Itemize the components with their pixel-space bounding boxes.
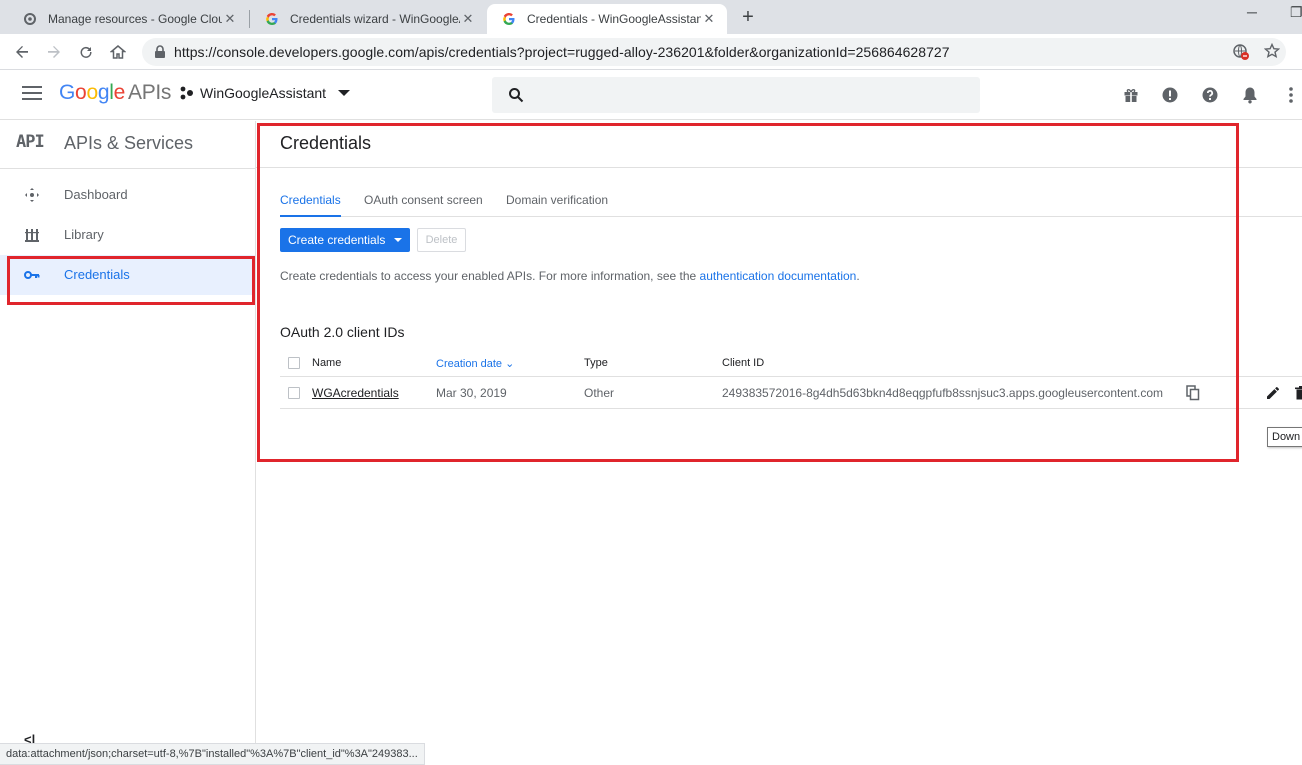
table-header-row: Name Creation date ⌄ Type Client ID: [280, 347, 1302, 377]
new-tab-button[interactable]: +: [738, 6, 758, 28]
edit-pencil-icon[interactable]: [1265, 385, 1281, 401]
select-all-checkbox[interactable]: [288, 357, 300, 369]
row-checkbox[interactable]: [288, 387, 300, 399]
browser-status-bar: data:attachment/json;charset=utf-8,%7B"i…: [0, 743, 425, 765]
console-header: Google APIs WinGoogleAssistant: [0, 70, 1302, 120]
url-text: https://console.developers.google.com/ap…: [174, 44, 950, 60]
oauth-client-ids-heading: OAuth 2.0 client IDs: [280, 324, 405, 340]
project-dots-icon: [180, 86, 194, 100]
delete-trash-icon[interactable]: [1293, 385, 1302, 401]
info-text: Create credentials to access your enable…: [280, 269, 860, 283]
sidebar-item-library[interactable]: Library: [0, 215, 255, 255]
tab-oauth-consent-screen[interactable]: OAuth consent screen: [364, 193, 483, 217]
page-title-bar: Credentials: [256, 121, 1302, 168]
create-credentials-button[interactable]: Create credentials: [280, 228, 410, 252]
tab-credentials[interactable]: Credentials: [280, 193, 341, 217]
forward-arrow-icon[interactable]: [44, 42, 64, 62]
download-tooltip: Down: [1267, 427, 1302, 447]
credential-name-link[interactable]: WGAcredentials: [312, 386, 399, 400]
browser-tab-credentials[interactable]: Credentials - WinGoogleAssistan ✕: [487, 4, 727, 34]
home-icon[interactable]: [108, 42, 128, 62]
sidebar-item-label: Credentials: [64, 267, 130, 282]
blocked-popup-icon[interactable]: [1232, 43, 1250, 64]
authentication-documentation-link[interactable]: authentication documentation: [700, 269, 857, 283]
browser-toolbar: https://console.developers.google.com/ap…: [0, 34, 1302, 70]
notifications-bell-icon[interactable]: [1240, 85, 1260, 105]
column-header-type[interactable]: Type: [584, 357, 608, 369]
sidebar-item-credentials[interactable]: Credentials: [0, 255, 255, 295]
search-icon: [508, 87, 524, 106]
more-vertical-icon[interactable]: [1281, 85, 1301, 105]
search-input[interactable]: [536, 85, 956, 105]
left-navigation: API APIs & Services Dashboard Library Cr…: [0, 121, 256, 765]
credentials-tabs: Credentials OAuth consent screen Domain …: [280, 186, 1302, 217]
key-icon: [24, 267, 40, 283]
dashboard-icon: [24, 187, 40, 203]
creation-date-cell: Mar 30, 2019: [436, 386, 507, 400]
sidebar-title: APIs & Services: [64, 133, 194, 153]
lock-icon: [154, 45, 168, 59]
project-name: WinGoogleAssistant: [200, 85, 327, 101]
reload-icon[interactable]: [76, 42, 96, 62]
hamburger-menu-icon[interactable]: [22, 86, 42, 102]
browser-tab-title: Credentials wizard - WinGoogleA: [290, 12, 460, 26]
type-cell: Other: [584, 386, 615, 400]
main-content: Credentials Credentials OAuth consent sc…: [256, 121, 1302, 765]
copy-icon[interactable]: [1185, 385, 1201, 401]
feedback-icon[interactable]: [1160, 85, 1180, 105]
browser-tab-credentials-wizard[interactable]: Credentials wizard - WinGoogleA ✕: [250, 4, 486, 34]
google-g-icon: [264, 11, 280, 27]
gear-icon: [22, 11, 38, 27]
maximize-icon[interactable]: ❐: [1290, 4, 1302, 21]
dropdown-caret-icon: [338, 90, 351, 96]
table-row: WGAcredentials Mar 30, 2019 Other 249383…: [280, 377, 1302, 409]
browser-tab-strip: Manage resources - Google Clou ✕ Credent…: [0, 0, 1302, 34]
google-g-icon: [501, 11, 517, 27]
project-selector[interactable]: WinGoogleAssistant: [180, 85, 351, 101]
browser-tab-manage-resources[interactable]: Manage resources - Google Clou ✕: [8, 4, 248, 34]
api-badge-icon: API: [16, 132, 45, 152]
back-arrow-icon[interactable]: [12, 42, 32, 62]
help-icon[interactable]: [1200, 85, 1220, 105]
address-bar[interactable]: https://console.developers.google.com/ap…: [142, 38, 1286, 66]
bookmark-star-icon[interactable]: [1263, 42, 1281, 62]
close-icon[interactable]: ✕: [222, 11, 238, 27]
sidebar-item-dashboard[interactable]: Dashboard: [0, 175, 255, 215]
tab-domain-verification[interactable]: Domain verification: [506, 193, 608, 217]
client-id-cell: 249383572016-8g4dh5d63bkn4d8eqgpfufb8ssn…: [722, 386, 1164, 400]
sort-chevron-down-icon: ⌄: [505, 358, 515, 370]
column-header-creation-date[interactable]: Creation date ⌄: [436, 357, 514, 370]
sidebar-item-label: Library: [64, 227, 104, 242]
create-credentials-label: Create credentials: [288, 233, 386, 247]
search-bar[interactable]: [492, 77, 980, 113]
close-icon[interactable]: ✕: [460, 11, 476, 27]
page-title: Credentials: [280, 133, 372, 153]
minimize-icon[interactable]: ─: [1247, 4, 1257, 20]
google-apis-logo[interactable]: Google APIs: [59, 81, 171, 105]
delete-button[interactable]: Delete: [417, 228, 466, 252]
column-header-client-id[interactable]: Client ID: [722, 357, 764, 369]
column-header-name[interactable]: Name: [312, 357, 341, 369]
library-icon: [24, 227, 40, 243]
sidebar-header: API APIs & Services: [0, 121, 255, 169]
sidebar-item-label: Dashboard: [64, 187, 128, 202]
browser-tab-title: Credentials - WinGoogleAssistan: [527, 12, 701, 26]
dropdown-arrow-icon: [394, 238, 402, 242]
browser-tab-title: Manage resources - Google Clou: [48, 12, 222, 26]
close-icon[interactable]: ✕: [701, 11, 717, 27]
gift-icon[interactable]: [1121, 85, 1141, 105]
